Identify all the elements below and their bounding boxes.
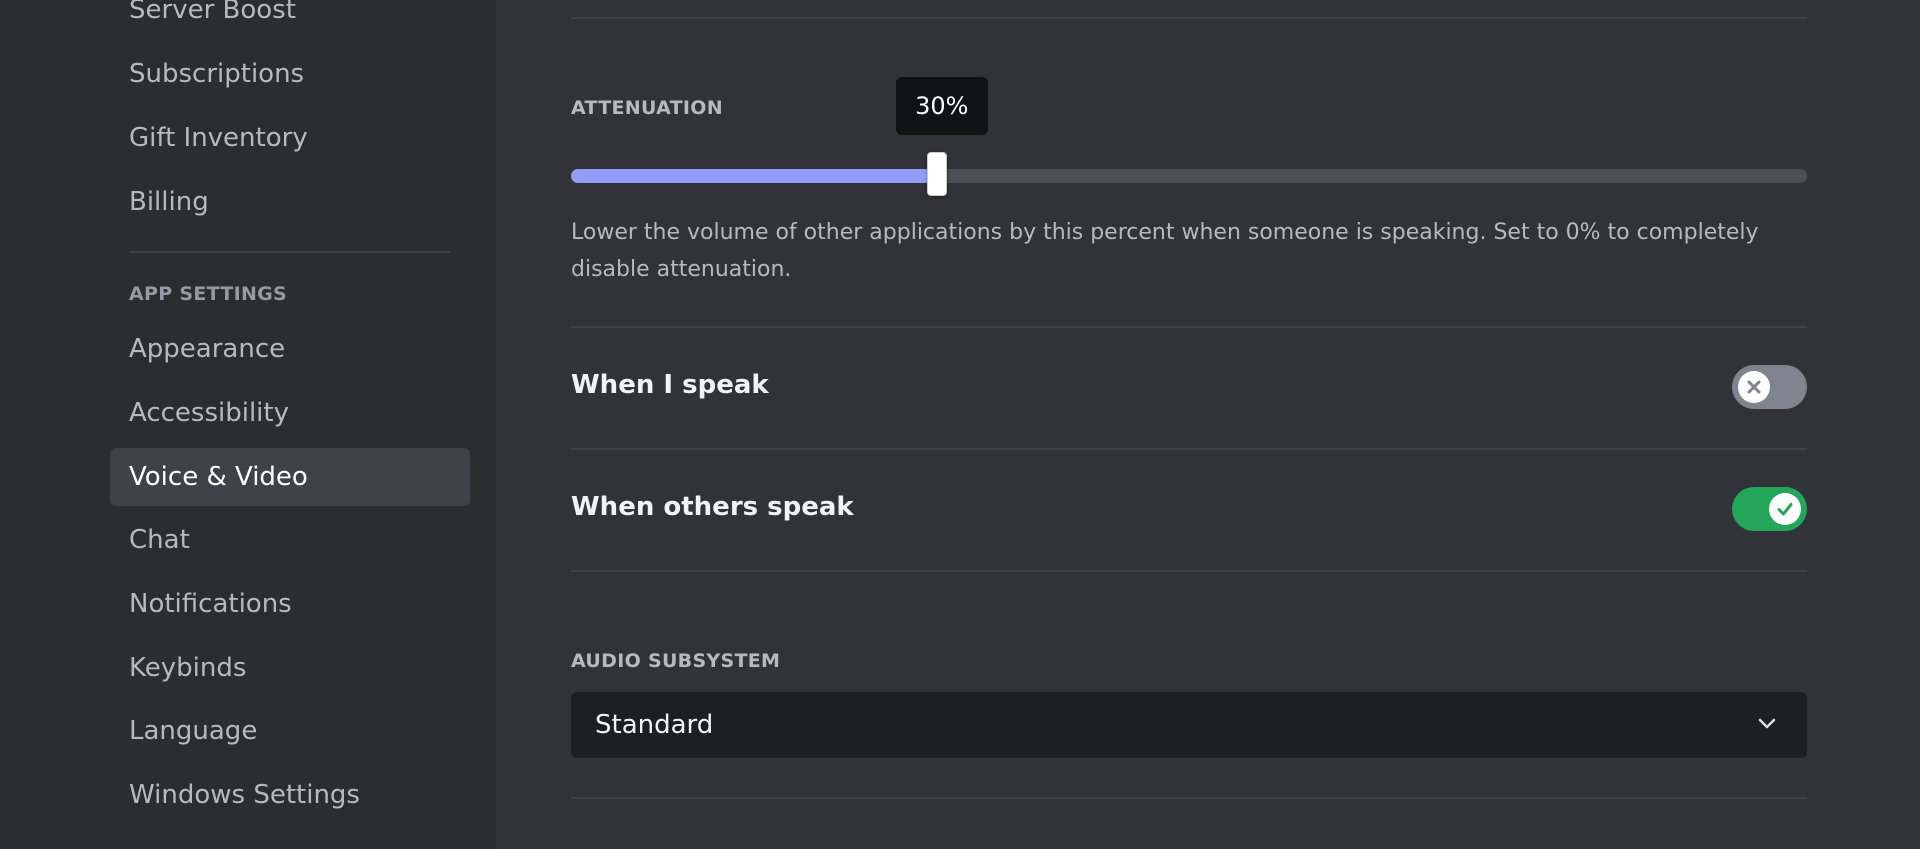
when-others-speak-toggle[interactable] [1732,487,1807,531]
audio-subsystem-value: Standard [595,710,714,740]
section-divider [571,17,1807,19]
sidebar-header-app-settings: APP SETTINGS [129,283,288,305]
attenuation-slider-thumb[interactable] [926,152,947,196]
when-i-speak-label: When I speak [571,370,769,400]
audio-subsystem-select[interactable]: Standard [571,692,1807,758]
attenuation-value-tooltip: 30% [895,77,988,135]
sidebar-item-notifications[interactable]: Notifications [110,575,470,633]
sidebar-item-billing[interactable]: Billing [110,173,470,231]
toggle-knob [1769,493,1801,525]
sidebar-item-keybinds[interactable]: Keybinds [110,639,470,697]
when-i-speak-toggle[interactable] [1732,365,1807,409]
sidebar-item-subscriptions[interactable]: Subscriptions [110,45,470,103]
section-divider [571,570,1807,572]
chevron-down-icon [1758,718,1776,729]
sidebar-item-chat[interactable]: Chat [110,511,470,569]
audio-subsystem-title: AUDIO SUBSYSTEM [571,650,781,672]
sidebar-item-appearance[interactable]: Appearance [110,320,470,378]
sidebar-item-gift-inventory[interactable]: Gift Inventory [110,109,470,167]
sidebar-item-voice-video[interactable]: Voice & Video [110,448,470,506]
sidebar-item-windows-settings[interactable]: Windows Settings [110,766,470,824]
sidebar-item-language[interactable]: Language [110,702,470,760]
sidebar-item-server-boost[interactable]: Server Boost [110,0,470,39]
attenuation-slider-fill [571,169,937,183]
attenuation-description: Lower the volume of other applications b… [571,220,1759,282]
sidebar-item-accessibility[interactable]: Accessibility [110,384,470,442]
section-divider [571,448,1807,450]
when-others-speak-label: When others speak [571,492,854,522]
attenuation-title: ATTENUATION [571,97,723,119]
section-divider [571,326,1807,328]
settings-sidebar: Server Boost Subscriptions Gift Inventor… [0,0,496,849]
x-icon [1747,380,1761,394]
section-divider [571,797,1807,799]
check-icon [1777,503,1793,516]
attenuation-slider-track[interactable] [571,169,1807,183]
toggle-knob [1738,371,1770,403]
sidebar-divider [129,251,451,253]
